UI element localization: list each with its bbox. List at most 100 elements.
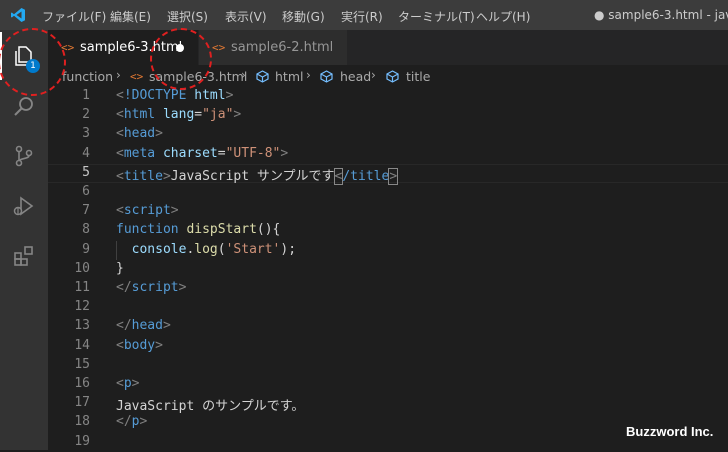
menu-help[interactable]: ヘルプ(H): [476, 8, 530, 25]
code-token: );: [280, 241, 297, 257]
line-number: 3: [82, 126, 90, 142]
code-token: head: [123, 126, 156, 142]
symbol-element-icon: [256, 70, 269, 83]
code-line[interactable]: 6: [48, 183, 728, 202]
run-debug-button[interactable]: [0, 182, 48, 230]
symbol-element-icon: [320, 70, 333, 83]
code-line[interactable]: 13 </head>: [48, 317, 728, 336]
code-text: <script>: [116, 203, 179, 218]
code-text: <head>: [116, 126, 163, 141]
code-text: function dispStart(){: [116, 222, 280, 237]
chevron-right-icon: ›: [116, 68, 121, 82]
watermark: Buzzword Inc.: [626, 424, 714, 439]
line-number: 19: [74, 433, 90, 449]
code-token: meta: [123, 145, 156, 161]
code-token: function: [116, 222, 179, 238]
code-token: "ja": [202, 107, 234, 123]
breadcrumb-html[interactable]: html: [275, 69, 303, 84]
code-line[interactable]: 9 console.log('Start');: [48, 240, 728, 260]
code-text: <title>JavaScript サンプルです</title>: [116, 165, 399, 185]
code-token: script: [131, 280, 179, 295]
code-line[interactable]: 14 <body>: [48, 337, 728, 356]
code-token: >: [225, 88, 234, 103]
code-editor[interactable]: 1 <!DOCTYPE html> 2 <html lang="ja"> 3 <head>…: [48, 87, 728, 450]
code-token: =: [217, 145, 226, 161]
breadcrumb-folder[interactable]: function: [62, 69, 113, 84]
run-debug-icon: [13, 196, 34, 216]
chevron-right-icon: ›: [306, 68, 311, 82]
code-line[interactable]: 11 </script>: [48, 279, 728, 298]
code-line[interactable]: 1 <!DOCTYPE html>: [48, 87, 728, 106]
code-line[interactable]: 12: [48, 298, 728, 317]
code-token: <: [116, 337, 124, 353]
code-line[interactable]: 4 <meta charset="UTF-8">: [48, 145, 728, 164]
breadcrumb-title[interactable]: title: [406, 69, 430, 84]
line-number: 1: [82, 88, 90, 103]
annotation-circle: [150, 28, 212, 90]
code-token: lang: [162, 107, 195, 123]
code-token: script: [123, 203, 171, 219]
line-number: 15: [74, 356, 90, 372]
menu-selection[interactable]: 選択(S): [167, 8, 208, 25]
code-token: p: [123, 376, 132, 391]
code-token: }: [116, 260, 124, 276]
code-token: html: [123, 107, 156, 123]
line-number: 4: [82, 145, 90, 161]
line-number: 11: [74, 280, 90, 295]
menu-view[interactable]: 表示(V): [225, 8, 267, 25]
code-token: <: [116, 126, 124, 142]
code-text: </script>: [116, 280, 186, 295]
line-number: 12: [74, 299, 90, 315]
code-text: }: [116, 261, 124, 276]
code-line[interactable]: 17 JavaScript のサンプルです。: [48, 394, 728, 415]
code-token: !DOCTYPE: [123, 88, 187, 103]
code-line[interactable]: 7 <script>: [48, 202, 728, 221]
code-token: >: [388, 167, 399, 185]
code-line[interactable]: 10}: [48, 260, 728, 279]
code-token: head: [131, 318, 163, 334]
html-file-icon: <>: [130, 70, 144, 83]
code-line[interactable]: 8 function dispStart(){: [48, 221, 728, 240]
code-line[interactable]: 3 <head>: [48, 125, 728, 144]
chevron-right-icon: ›: [371, 68, 376, 82]
window-title: ● sample6-3.html - javas: [594, 8, 728, 22]
code-line[interactable]: 15: [48, 356, 728, 375]
code-text: <!DOCTYPE html>: [116, 88, 233, 103]
chevron-right-icon: ›: [241, 68, 246, 82]
html-file-icon: <>: [212, 41, 226, 54]
code-token: 'Start': [225, 241, 281, 257]
code-text: console.log('Start');: [116, 242, 296, 257]
code-token: >: [155, 337, 163, 353]
line-number: 18: [74, 414, 90, 430]
menu-file[interactable]: ファイル(F): [42, 8, 106, 25]
code-token: <: [116, 203, 124, 219]
code-token: >: [162, 168, 171, 184]
extensions-button[interactable]: [0, 232, 48, 280]
tab-label: sample6-2.html: [231, 40, 334, 55]
code-token: html: [194, 88, 226, 103]
code-line[interactable]: 16 <p>: [48, 375, 728, 394]
menu-edit[interactable]: 編集(E): [110, 8, 151, 25]
code-token: JavaScript のサンプルです。: [116, 399, 305, 415]
line-number: 6: [82, 184, 90, 199]
code-token: (){: [256, 222, 281, 238]
code-text: <html lang="ja">: [116, 107, 241, 122]
menu-terminal[interactable]: ターミナル(T): [398, 8, 475, 25]
code-token: log: [194, 241, 218, 257]
code-token: "UTF-8": [225, 145, 281, 161]
breadcrumb-head[interactable]: head: [340, 69, 371, 84]
tab-sample6-2[interactable]: <> sample6-2.html: [199, 30, 347, 65]
source-control-button[interactable]: [0, 132, 48, 180]
line-number: 5: [82, 164, 90, 180]
code-line[interactable]: 2 <html lang="ja">: [48, 106, 728, 125]
code-line[interactable]: 5 <title>JavaScript サンプルです</title>: [48, 164, 728, 185]
vscode-logo-icon: [11, 8, 25, 22]
code-text: <body>: [116, 338, 163, 353]
line-number: 10: [74, 260, 90, 276]
menu-go[interactable]: 移動(G): [282, 8, 325, 25]
menu-run[interactable]: 実行(R): [341, 8, 383, 25]
line-number: 2: [82, 107, 90, 123]
code-token: dispStart: [186, 222, 257, 238]
code-token: >: [178, 280, 187, 295]
